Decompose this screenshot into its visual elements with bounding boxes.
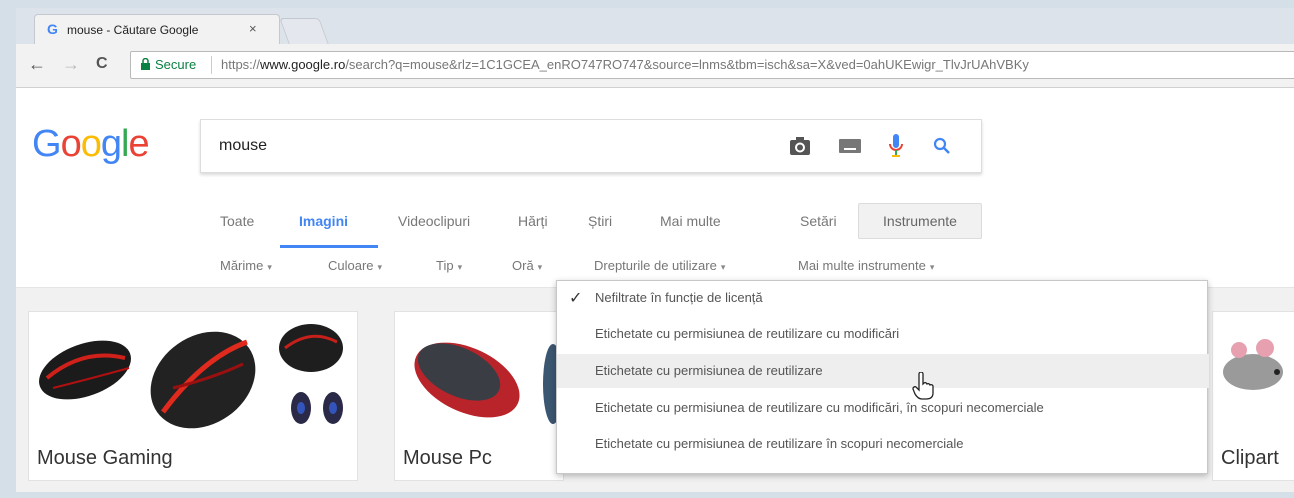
tool-type-label: Tip	[436, 258, 454, 273]
usage-option-unfiltered[interactable]: ✓ Nefiltrate în funcție de licență	[557, 281, 1209, 315]
search-box[interactable]: mouse	[200, 119, 982, 173]
tool-usage-rights[interactable]: Drepturile de utilizare ▾	[594, 258, 725, 273]
camera-icon[interactable]	[789, 136, 811, 156]
chevron-down-icon: ▾	[929, 262, 935, 272]
tab-imagini[interactable]: Imagini	[299, 213, 348, 229]
usage-option-reuse[interactable]: Etichetate cu permisiunea de reutilizare	[557, 354, 1209, 388]
url-text: https://www.google.ro/search?q=mouse&rlz…	[221, 57, 1029, 72]
hand-cursor-icon	[912, 372, 934, 400]
tool-size[interactable]: Mărime ▾	[220, 258, 272, 273]
image-card-mouse-pc[interactable]: Mouse Pc	[394, 311, 564, 481]
google-results-page: Google mouse Toate Imagini Videoclipuri …	[16, 89, 1294, 492]
card-label: Mouse Pc	[403, 447, 492, 469]
card-label: Clipart	[1221, 447, 1279, 469]
usage-option-reuse-modification-noncommercial[interactable]: Etichetate cu permisiunea de reutilizare…	[557, 391, 1209, 425]
browser-toolbar: ← → C Secure https://www.google.ro/searc…	[16, 44, 1294, 88]
chevron-down-icon: ▾	[377, 262, 383, 272]
search-icon[interactable]	[933, 137, 951, 155]
browser-tab-active[interactable]: G mouse - Căutare Google ×	[34, 14, 280, 44]
url-path: /search?q=mouse&rlz=1C1GCEA_enRO747RO747…	[345, 57, 1029, 72]
logo-letter: g	[100, 123, 122, 165]
logo-letter: G	[32, 123, 62, 165]
omnibox-separator	[211, 56, 212, 74]
tool-type[interactable]: Tip ▾	[436, 258, 462, 273]
option-label: Etichetate cu permisiunea de reutilizare	[595, 363, 823, 378]
usage-rights-dropdown: ✓ Nefiltrate în funcție de licență Etich…	[556, 280, 1209, 474]
usage-option-reuse-noncommercial[interactable]: Etichetate cu permisiunea de reutilizare…	[557, 427, 1209, 461]
url-prefix: https://	[221, 57, 261, 72]
forward-icon[interactable]: →	[62, 54, 80, 74]
lock-icon	[141, 58, 150, 70]
tab-title: mouse - Căutare Google	[67, 23, 199, 37]
tool-color[interactable]: Culoare ▾	[328, 258, 382, 273]
new-tab-button[interactable]	[279, 18, 329, 44]
tool-more-tools[interactable]: Mai multe instrumente ▾	[798, 258, 934, 273]
usage-option-reuse-modification[interactable]: Etichetate cu permisiunea de reutilizare…	[557, 317, 1209, 351]
tab-videoclipuri[interactable]: Videoclipuri	[398, 213, 470, 229]
google-logo[interactable]: Google	[32, 123, 150, 166]
search-input[interactable]: mouse	[219, 137, 267, 155]
logo-letter: o	[80, 123, 102, 165]
chevron-down-icon: ▾	[267, 262, 272, 272]
tab-strip: G mouse - Căutare Google ×	[16, 8, 1294, 44]
chevron-down-icon: ▾	[537, 262, 543, 272]
tab-mai-multe[interactable]: Mai multe	[660, 213, 721, 229]
browser-window: G mouse - Căutare Google × ← → C Secure …	[16, 8, 1294, 492]
chevron-down-icon: ▾	[720, 262, 726, 272]
option-label: Etichetate cu permisiunea de reutilizare…	[595, 326, 900, 341]
tool-color-label: Culoare	[328, 258, 374, 273]
gaming-mouse-image	[39, 324, 343, 429]
tool-size-label: Mărime	[220, 258, 264, 273]
chevron-down-icon: ▾	[457, 262, 463, 272]
url-domain: www.google.ro	[260, 57, 346, 72]
option-label: Etichetate cu permisiunea de reutilizare…	[595, 400, 1044, 415]
back-icon[interactable]: ←	[28, 54, 46, 74]
image-card-mouse-gaming[interactable]: Mouse Gaming	[28, 311, 358, 481]
keyboard-icon[interactable]	[839, 139, 861, 153]
image-card-clipart[interactable]: Clipart	[1212, 311, 1294, 481]
google-favicon-icon: G	[47, 21, 58, 37]
reload-icon[interactable]: C	[96, 54, 108, 74]
tab-close-icon[interactable]: ×	[249, 21, 257, 36]
logo-letter: e	[128, 123, 149, 165]
pc-mouse-image	[414, 342, 557, 424]
tool-time-label: Oră	[512, 258, 534, 273]
microphone-icon[interactable]	[889, 134, 903, 158]
tab-toate[interactable]: Toate	[220, 213, 254, 229]
tab-harti[interactable]: Hărți	[518, 213, 548, 229]
option-label: Etichetate cu permisiunea de reutilizare…	[595, 436, 964, 451]
tools-button[interactable]: Instrumente	[858, 203, 982, 239]
tool-usage-rights-label: Drepturile de utilizare	[594, 258, 717, 273]
tab-stiri[interactable]: Știri	[588, 213, 612, 229]
tool-more-tools-label: Mai multe instrumente	[798, 258, 926, 273]
option-label: Nefiltrate în funcție de licență	[595, 290, 763, 305]
tab-setari[interactable]: Setări	[800, 213, 837, 229]
active-tab-underline	[280, 245, 378, 248]
card-label: Mouse Gaming	[37, 447, 173, 469]
logo-letter: o	[60, 123, 82, 165]
tool-time[interactable]: Oră ▾	[512, 258, 542, 273]
secure-label: Secure	[155, 57, 197, 72]
clipart-mouse-image	[1223, 339, 1283, 390]
address-bar[interactable]: Secure https://www.google.ro/search?q=mo…	[130, 51, 1294, 79]
checkmark-icon: ✓	[569, 290, 583, 307]
